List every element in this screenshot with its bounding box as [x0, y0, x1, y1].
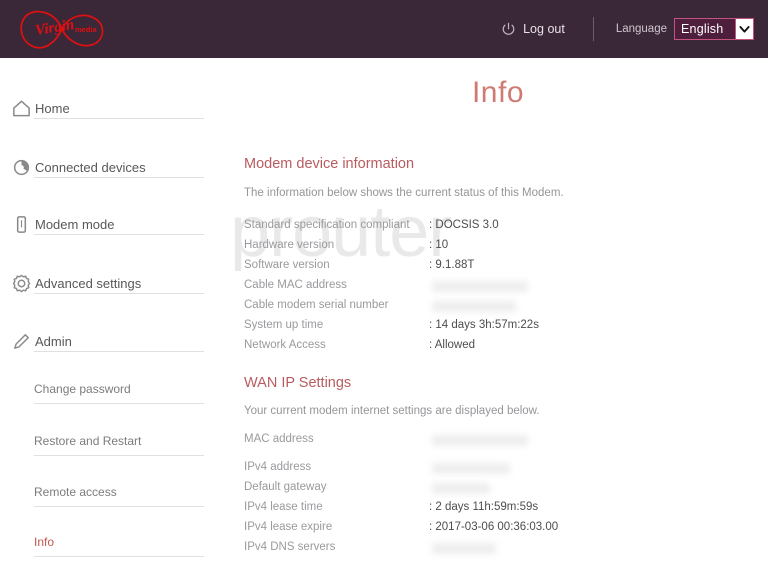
virgin-media-logo[interactable]: Virgin media	[10, 4, 114, 54]
table-row: Hardware version : 10	[244, 239, 744, 259]
sidebar-divider	[34, 234, 204, 235]
language-select[interactable]: English	[674, 18, 754, 40]
row-key: System up time	[244, 319, 324, 331]
sidebar-item-label: Modem mode	[35, 216, 115, 232]
row-key: Network Access	[244, 339, 326, 351]
sidebar-divider	[34, 118, 204, 119]
row-value: : DOCSIS 3.0	[429, 219, 499, 231]
table-row: System up time : 14 days 3h:57m:22s	[244, 319, 744, 339]
redacted-value	[432, 435, 528, 446]
svg-text:media: media	[75, 25, 98, 34]
section-title-wan-ip-settings: WAN IP Settings	[244, 375, 352, 391]
row-value: : 9.1.88T	[429, 259, 475, 271]
page-title: Info	[471, 76, 525, 109]
section-title-modem-device-information: Modem device information	[244, 156, 415, 172]
table-row: IPv4 address	[244, 461, 744, 481]
section-description: Your current modem internet settings are…	[244, 405, 540, 417]
sidebar-divider	[34, 177, 204, 178]
row-value: : 10	[429, 239, 449, 251]
language-label: Language	[615, 23, 667, 35]
home-icon	[10, 97, 32, 119]
language-selected-value: English	[681, 22, 724, 36]
sidebar-item-info[interactable]: Info	[0, 516, 228, 568]
sidebar-item-label: Admin	[35, 333, 72, 349]
header-right-controls: Log out Language English	[501, 0, 768, 58]
row-value: : 2 days 11h:59m:59s	[429, 501, 539, 513]
svg-text:Virgin: Virgin	[34, 17, 75, 39]
table-row: Cable MAC address	[244, 279, 744, 299]
table-row: Default gateway	[244, 481, 744, 501]
sidebar-item-change-password[interactable]: Change password	[0, 363, 228, 415]
sidebar-divider	[34, 455, 204, 456]
sidebar-divider	[34, 556, 204, 557]
sidebar-item-label: Advanced settings	[35, 275, 142, 291]
sidebar-item-label: Remote access	[34, 485, 117, 499]
pencil-icon	[10, 330, 32, 352]
row-key: IPv4 lease time	[244, 501, 323, 513]
row-key: Cable modem serial number	[244, 299, 389, 311]
sidebar-item-admin[interactable]: Admin	[0, 315, 228, 367]
logout-button[interactable]: Log out	[501, 22, 565, 37]
sidebar-divider	[34, 403, 204, 404]
sidebar: Home Connected devices Modem mode Advanc…	[0, 58, 228, 561]
row-key: Default gateway	[244, 481, 327, 493]
sidebar-item-label: Change password	[34, 382, 131, 396]
sidebar-item-advanced-settings[interactable]: Advanced settings	[0, 257, 228, 309]
table-row: MAC address	[244, 433, 744, 453]
row-key: MAC address	[244, 433, 314, 445]
sidebar-item-restore-and-restart[interactable]: Restore and Restart	[0, 415, 228, 467]
table-row: Cable modem serial number	[244, 299, 744, 319]
table-row: Software version : 9.1.88T	[244, 259, 744, 279]
sidebar-item-modem-mode[interactable]: Modem mode	[0, 198, 228, 250]
sidebar-item-label: Connected devices	[35, 159, 146, 175]
sidebar-divider	[34, 351, 204, 352]
devices-icon	[10, 156, 32, 178]
row-key: IPv4 lease expire	[244, 521, 333, 533]
section-description: The information below shows the current …	[244, 187, 564, 199]
redacted-value	[432, 301, 516, 312]
sidebar-divider	[34, 506, 204, 507]
app-header: Virgin media Log out Language English	[0, 0, 768, 58]
table-row: Network Access : Allowed	[244, 339, 744, 359]
row-value: : Allowed	[429, 339, 476, 351]
header-divider	[592, 17, 594, 41]
table-row: IPv4 DNS servers	[244, 541, 744, 561]
sidebar-divider	[34, 293, 204, 294]
row-key: Software version	[244, 259, 330, 271]
chevron-down-icon[interactable]	[735, 19, 753, 39]
row-value: : 2017-03-06 00:36:03.00	[429, 521, 559, 533]
sidebar-item-label: Restore and Restart	[34, 434, 142, 448]
row-key: Hardware version	[244, 239, 335, 251]
sidebar-item-connected-devices[interactable]: Connected devices	[0, 141, 228, 193]
table-row: IPv4 lease expire : 2017-03-06 00:36:03.…	[244, 521, 744, 541]
redacted-value	[432, 483, 490, 494]
redacted-value	[432, 463, 510, 474]
row-key: IPv4 DNS servers	[244, 541, 336, 553]
sidebar-item-label: Home	[35, 100, 70, 116]
row-value: : 14 days 3h:57m:22s	[429, 319, 539, 331]
sidebar-item-label: Info	[34, 535, 55, 549]
power-icon	[501, 22, 516, 37]
sidebar-item-home[interactable]: Home	[0, 82, 228, 134]
redacted-value	[432, 543, 496, 554]
modem-icon	[10, 213, 32, 235]
gear-icon	[10, 272, 32, 294]
redacted-value	[432, 281, 528, 292]
table-row: IPv4 lease time : 2 days 11h:59m:59s	[244, 501, 744, 521]
row-key: Cable MAC address	[244, 279, 347, 291]
main-content: Info Modem device information The inform…	[228, 58, 768, 561]
table-row: Standard specification compliant : DOCSI…	[244, 219, 744, 239]
sidebar-item-remote-access[interactable]: Remote access	[0, 466, 228, 518]
row-key: Standard specification compliant	[244, 219, 410, 231]
logout-label: Log out	[523, 22, 565, 36]
row-key: IPv4 address	[244, 461, 312, 473]
